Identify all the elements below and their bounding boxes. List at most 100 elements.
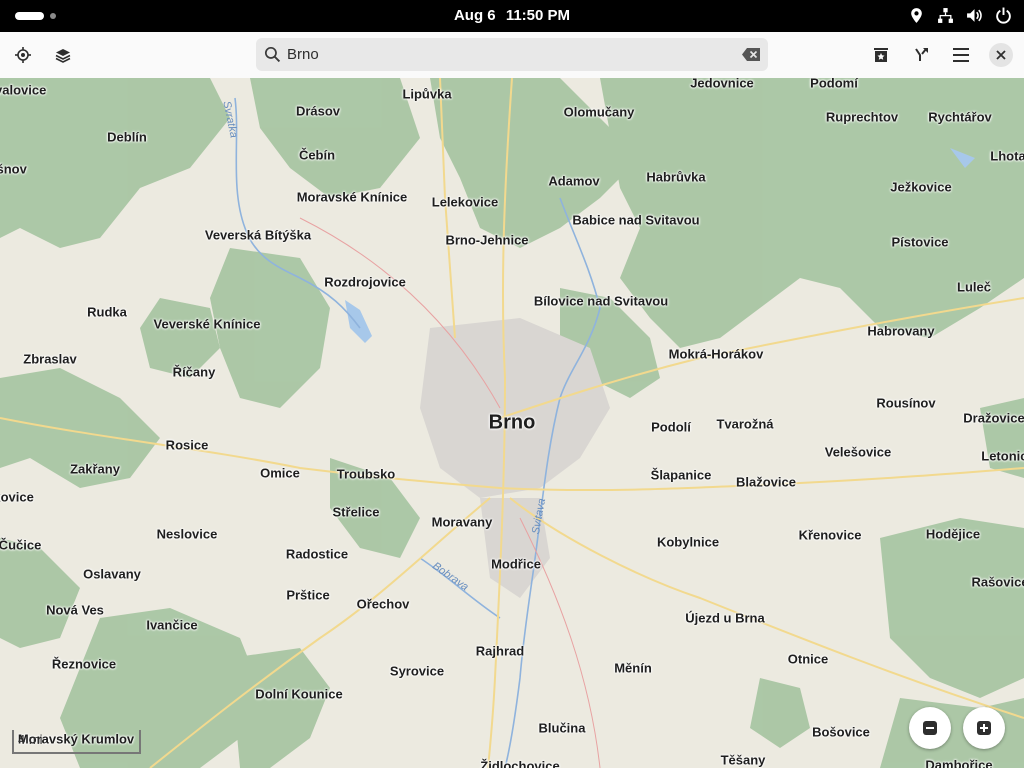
place-label: Ivančice (146, 617, 198, 633)
my-location-button[interactable] (8, 40, 38, 70)
place-label: Radostice (285, 546, 349, 562)
close-window-button[interactable] (989, 43, 1013, 67)
place-label: Habrůvka (646, 169, 706, 185)
place-label: Neslovice (156, 526, 218, 542)
route-button[interactable] (906, 40, 936, 70)
place-label: Měnín (614, 660, 652, 676)
layers-icon (55, 49, 71, 63)
main-menu-button[interactable] (946, 40, 976, 70)
place-label: Zbraslav (23, 351, 77, 367)
place-label: Rašovice (971, 574, 1024, 590)
location-icon (911, 8, 922, 23)
zoom-in-icon (977, 721, 991, 735)
volume-icon (967, 9, 982, 22)
place-label: Lelekovice (431, 194, 499, 210)
place-label: Těšany (720, 752, 766, 768)
river-label: Svitava (530, 497, 549, 536)
place-label: Zakřany (70, 461, 120, 477)
place-label: Dražovice (963, 410, 1024, 426)
place-label: Prštice (286, 587, 330, 603)
place-label: Ježkovice (890, 179, 952, 195)
system-tray[interactable] (908, 7, 1012, 24)
place-label: Babice nad Svitavou (572, 212, 700, 228)
place-label: Mokrá-Horákov (668, 346, 764, 362)
place-label: Dolní Kounice (255, 686, 343, 702)
place-label: Deblín (107, 129, 147, 145)
place-label: Řeznovice (51, 656, 117, 672)
search-input[interactable] (287, 38, 727, 71)
place-label: Veverská Bítýška (204, 227, 312, 243)
system-top-bar: Aug 6 11:50 PM (0, 0, 1024, 32)
clear-search-icon[interactable] (742, 48, 760, 61)
favorites-button[interactable] (866, 40, 896, 70)
place-label: Rudka (87, 304, 127, 320)
place-label: Židlochovice (480, 758, 560, 768)
layers-button[interactable] (48, 40, 78, 70)
zoom-out-button[interactable] (909, 707, 951, 749)
place-label: Zakovice (0, 489, 34, 505)
place-label: Pístovice (891, 234, 949, 250)
place-label: Podomí (810, 78, 858, 91)
place-label: Jedovnice (690, 78, 754, 91)
zoom-in-button[interactable] (963, 707, 1005, 749)
my-location-icon (15, 47, 31, 63)
network-icon (938, 8, 953, 23)
route-icon (915, 48, 928, 61)
place-label: Habrovany (867, 323, 935, 339)
place-label: Otnice (787, 651, 829, 667)
place-label: Podolí (651, 419, 691, 435)
scale-bar: 4 mi (12, 730, 141, 754)
place-label: Říčany (172, 364, 216, 380)
place-label: Omice (260, 465, 300, 481)
clock[interactable]: Aug 6 11:50 PM (0, 7, 1024, 24)
place-label: Letonice (981, 448, 1024, 464)
place-label: Tišnov (0, 161, 27, 177)
place-label: Luleč (957, 279, 991, 295)
place-label: Čebín (298, 147, 336, 163)
place-label: Střelice (332, 504, 380, 520)
search-icon (264, 46, 281, 63)
place-label: Syrovice (389, 663, 445, 679)
place-label: Adamov (548, 173, 600, 189)
search-entry[interactable] (256, 38, 768, 71)
river-label: Bobrava (430, 560, 471, 594)
place-label: Ořechov (356, 596, 410, 612)
place-label: Veverské Knínice (153, 316, 261, 332)
place-label: Čučice (0, 537, 42, 553)
place-label: Ruprechtov (825, 109, 899, 125)
place-label: Oslavany (83, 566, 141, 582)
place-label: Rajhrad (475, 643, 525, 659)
map-view[interactable]: Brno Lipůvka Jedovnice Podomí Drásov Olo… (0, 78, 1024, 768)
place-label: Rychtářov (928, 109, 992, 125)
place-label: Kovalovice (0, 82, 47, 98)
favorites-icon (874, 48, 888, 62)
place-label: Troubsko (336, 466, 396, 482)
place-label: Křenovice (798, 527, 862, 543)
river-label: Svratka (220, 100, 240, 139)
place-label: Moravské Knínice (296, 189, 408, 205)
place-label: Blažovice (736, 474, 796, 490)
place-label: Drásov (295, 103, 341, 119)
place-label-brno: Brno (488, 411, 536, 434)
place-label: Lhota (990, 148, 1024, 164)
place-labels: Brno Lipůvka Jedovnice Podomí Drásov Olo… (0, 78, 1024, 768)
place-label: Velešovice (824, 444, 892, 460)
power-icon (996, 7, 1011, 24)
place-label: Nová Ves (46, 602, 104, 618)
place-label: Dambořice (925, 757, 993, 768)
place-label: Kobylnice (656, 534, 720, 550)
zoom-out-icon (923, 721, 937, 735)
place-label: Újezd u Brna (685, 610, 765, 626)
place-label: Rosice (165, 437, 209, 453)
place-label: Šlapanice (650, 467, 712, 483)
place-label: Blučina (538, 720, 586, 736)
place-label: Bílovice nad Svitavou (533, 293, 669, 309)
clock-date: Aug 6 (453, 7, 496, 24)
place-label: Olomučany (563, 104, 635, 120)
place-label: Moravany (431, 514, 493, 530)
place-label: Tvarožná (716, 416, 774, 432)
place-label: Modřice (491, 556, 541, 572)
header-bar (0, 32, 1024, 79)
close-icon (996, 50, 1006, 60)
place-label: Bošovice (812, 724, 870, 740)
